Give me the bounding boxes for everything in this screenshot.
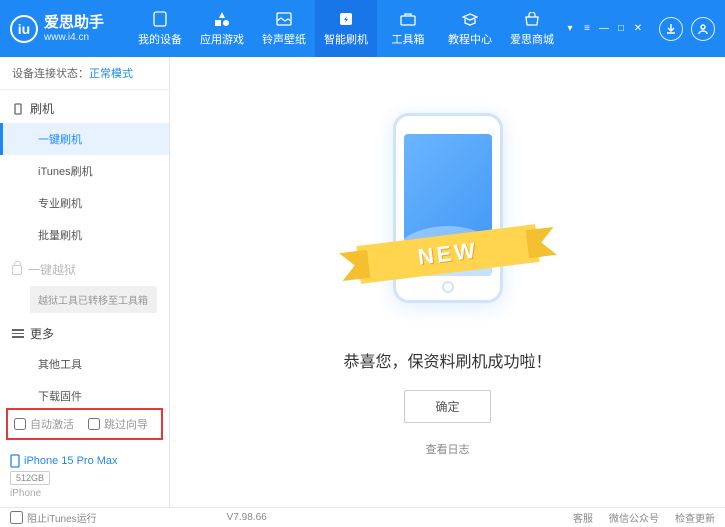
toolbox-icon xyxy=(398,10,418,28)
menu-group-flash[interactable]: 刷机 xyxy=(0,90,169,123)
menu-button[interactable]: ▾ xyxy=(563,23,577,35)
device-info: iPhone 15 Pro Max 512GB iPhone xyxy=(0,446,169,507)
logo-icon: iu xyxy=(10,15,38,43)
confirm-button[interactable]: 确定 xyxy=(404,390,490,423)
options-box: 自动激活 跳过向导 xyxy=(6,408,163,440)
menu-other-tools[interactable]: 其他工具 xyxy=(0,348,169,380)
success-message: 恭喜您，保资料刷机成功啦！ xyxy=(343,348,551,372)
footer-update[interactable]: 检查更新 xyxy=(675,510,715,525)
success-illustration: NEW xyxy=(373,108,523,328)
flash-icon xyxy=(336,10,356,28)
nav-ringtones[interactable]: 铃声壁纸 xyxy=(253,0,315,57)
connection-status: 设备连接状态：正常模式 xyxy=(0,57,169,90)
device-name[interactable]: iPhone 15 Pro Max xyxy=(10,454,159,468)
skip-setup-checkbox[interactable]: 跳过向导 xyxy=(88,416,148,432)
minimize-button[interactable]: — xyxy=(597,23,611,35)
menu-download-firmware[interactable]: 下载固件 xyxy=(0,380,169,402)
nav-apps-games[interactable]: 应用游戏 xyxy=(191,0,253,57)
lock-icon xyxy=(12,265,22,275)
storage-badge: 512GB xyxy=(10,471,50,485)
nav-store[interactable]: 爱思商城 xyxy=(501,0,563,57)
jailbreak-note: 越狱工具已转移至工具箱 xyxy=(30,286,157,313)
menu-batch-flash[interactable]: 批量刷机 xyxy=(0,219,169,251)
phone-icon xyxy=(12,103,24,115)
window-controls: ▾ ≡ — □ ✕ xyxy=(563,23,645,35)
version-label: V7.98.66 xyxy=(227,512,267,523)
view-log-link[interactable]: 查看日志 xyxy=(426,441,470,457)
menu-group-more[interactable]: 更多 xyxy=(0,315,169,348)
footer-wechat[interactable]: 微信公众号 xyxy=(609,510,659,525)
close-button[interactable]: ✕ xyxy=(631,23,645,35)
apps-icon xyxy=(212,10,232,28)
device-icon xyxy=(150,10,170,28)
main-content: NEW 恭喜您，保资料刷机成功啦！ 确定 查看日志 xyxy=(170,57,725,507)
top-nav: 我的设备 应用游戏 铃声壁纸 智能刷机 工具箱 教程中心 爱思商城 xyxy=(129,0,563,57)
download-button[interactable] xyxy=(659,17,683,41)
menu-pro-flash[interactable]: 专业刷机 xyxy=(0,187,169,219)
nav-flash[interactable]: 智能刷机 xyxy=(315,0,377,57)
sidebar: 设备连接状态：正常模式 刷机 一键刷机 iTunes刷机 专业刷机 批量刷机 一… xyxy=(0,57,170,507)
settings-button[interactable]: ≡ xyxy=(580,23,594,35)
auto-activate-checkbox[interactable]: 自动激活 xyxy=(14,416,74,432)
app-logo: iu 爱思助手 www.i4.cn xyxy=(10,14,104,44)
store-icon xyxy=(522,10,542,28)
user-button[interactable] xyxy=(691,17,715,41)
maximize-button[interactable]: □ xyxy=(614,23,628,35)
footer-support[interactable]: 客服 xyxy=(573,510,593,525)
nav-toolbox[interactable]: 工具箱 xyxy=(377,0,439,57)
nav-my-device[interactable]: 我的设备 xyxy=(129,0,191,57)
wallpaper-icon xyxy=(274,10,294,28)
phone-small-icon xyxy=(10,454,20,468)
more-icon xyxy=(12,329,24,338)
footer: 阻止iTunes运行 V7.98.66 客服 微信公众号 检查更新 xyxy=(0,507,725,527)
menu-itunes-flash[interactable]: iTunes刷机 xyxy=(0,155,169,187)
menu-oneclick-flash[interactable]: 一键刷机 xyxy=(0,123,169,155)
menu-group-jailbreak: 一键越狱 xyxy=(0,251,169,284)
tutorial-icon xyxy=(460,10,480,28)
app-url: www.i4.cn xyxy=(44,32,104,44)
app-header: iu 爱思助手 www.i4.cn 我的设备 应用游戏 铃声壁纸 智能刷机 工具… xyxy=(0,0,725,57)
block-itunes-checkbox[interactable]: 阻止iTunes运行 xyxy=(10,510,97,525)
device-type: iPhone xyxy=(10,488,159,499)
nav-tutorials[interactable]: 教程中心 xyxy=(439,0,501,57)
app-title: 爱思助手 xyxy=(44,14,104,32)
